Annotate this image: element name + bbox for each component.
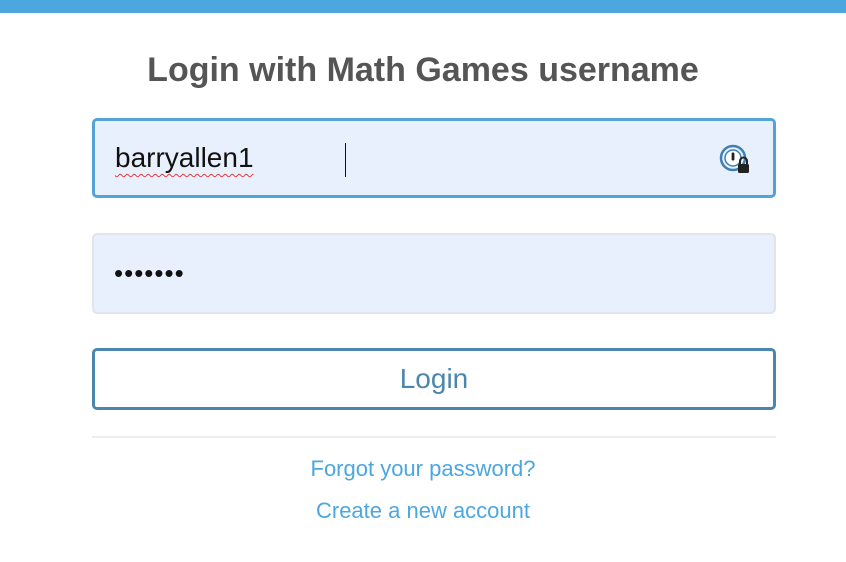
page-title: Login with Math Games username bbox=[147, 51, 699, 89]
forgot-password-link[interactable]: Forgot your password? bbox=[0, 455, 846, 483]
create-account-link[interactable]: Create a new account bbox=[0, 497, 846, 525]
top-accent-bar bbox=[0, 0, 846, 13]
password-manager-icon[interactable] bbox=[719, 143, 753, 177]
username-value: barryallen1 bbox=[115, 142, 254, 173]
password-value: ••••••• bbox=[114, 258, 185, 288]
login-button[interactable]: Login bbox=[92, 348, 776, 410]
divider bbox=[92, 436, 776, 438]
text-caret bbox=[345, 143, 346, 177]
password-field[interactable]: ••••••• bbox=[92, 233, 776, 314]
username-field[interactable]: barryallen1 bbox=[92, 118, 776, 198]
